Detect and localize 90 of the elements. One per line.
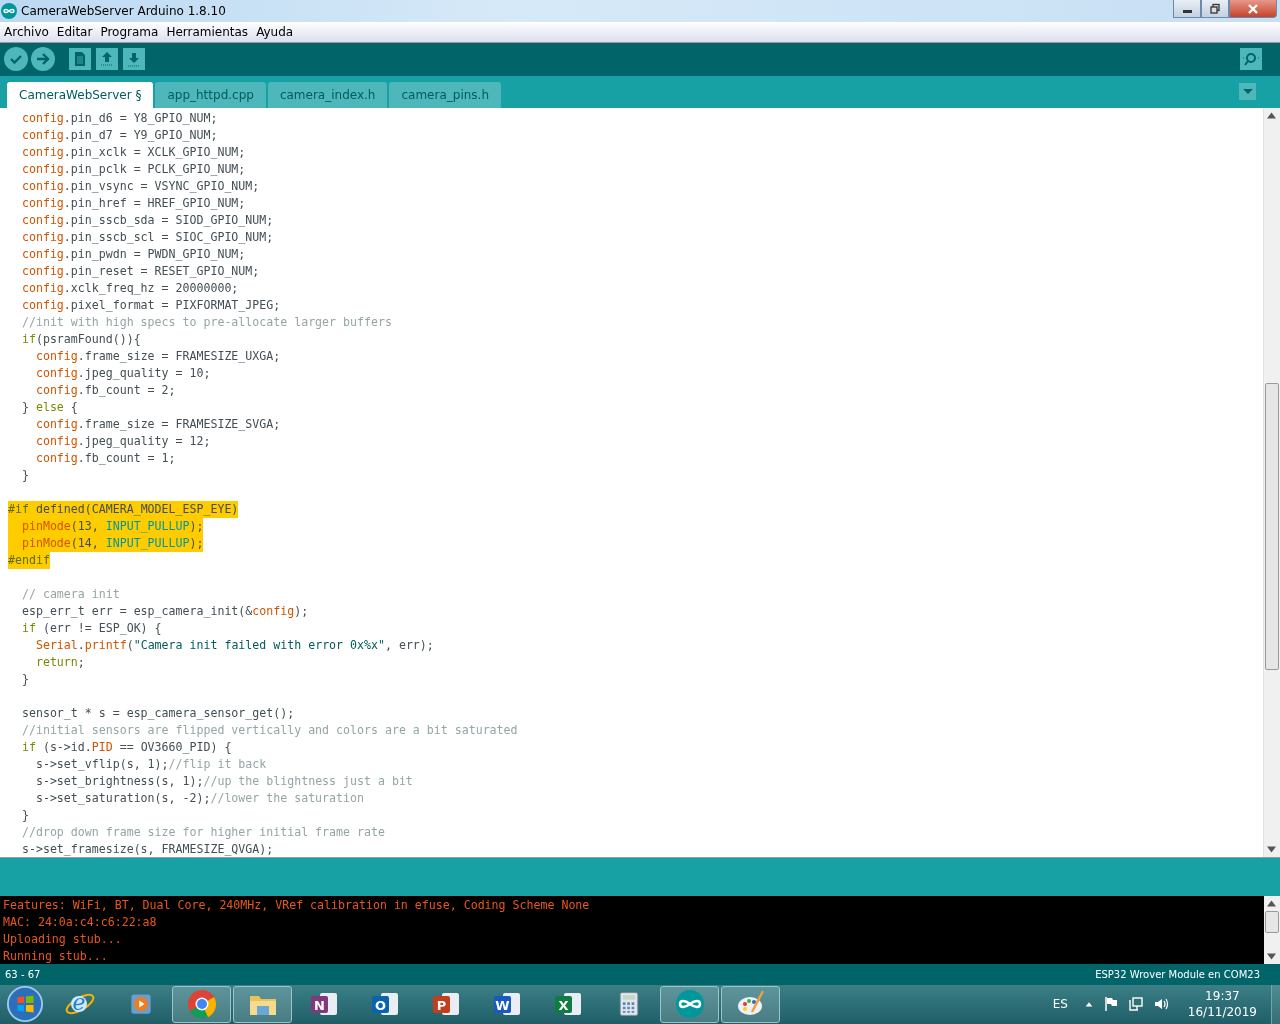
code-line: config.jpeg_quality = 10; — [34, 365, 211, 383]
code-line: config.pin_xclk = XCLK_GPIO_NUM; — [20, 144, 246, 162]
serial-monitor-button[interactable] — [1240, 48, 1262, 71]
flag-icon[interactable] — [1102, 996, 1119, 1013]
code-line: s->set_saturation(s, -2);//lower the saturation — [34, 790, 364, 808]
show-desktop-button[interactable] — [1271, 985, 1280, 1024]
browser-circle-icon — [185, 988, 218, 1021]
infinity-icon — [673, 988, 706, 1021]
scrollbar[interactable] — [1264, 896, 1280, 965]
console-line: Running stub... — [3, 948, 109, 965]
taskbar-app-button[interactable] — [172, 986, 231, 1023]
code-line: config.pin_pwdn = PWDN_GPIO_NUM; — [20, 246, 246, 264]
minimize-button[interactable] — [1173, 0, 1201, 18]
code-line: config.pin_href = HREF_GPIO_NUM; — [20, 195, 246, 213]
taskbar-app-button[interactable]: X — [538, 986, 597, 1023]
close-button[interactable] — [1229, 0, 1277, 18]
window-title: CameraWebServer Arduino 1.8.10 — [21, 3, 226, 18]
menu-item[interactable]: Ayuda — [256, 24, 294, 39]
code-line: sensor_t * s = esp_camera_sensor_get(); — [20, 705, 295, 723]
code-line: config.pin_d6 = Y8_GPIO_NUM; — [20, 110, 218, 128]
maximize-button[interactable] — [1201, 0, 1229, 18]
code-line: esp_err_t err = esp_camera_init(&config); — [20, 603, 309, 621]
code-line: s->set_brightness(s, 1);//up the blightness just a bit — [34, 773, 413, 791]
menu-item[interactable]: Programa — [100, 24, 159, 39]
console-line: MAC: 24:0a:c4:c6:22:a8 — [3, 914, 158, 932]
menu-item[interactable]: Editar — [56, 24, 93, 39]
code-line: //drop down frame size for higher initial frame rate — [20, 824, 385, 842]
code-line: config.pin_pclk = PCLK_GPIO_NUM; — [20, 161, 246, 179]
menu-item[interactable]: Herramientas — [166, 24, 249, 39]
code-line: config.fb_count = 1; — [34, 450, 176, 468]
clock-time[interactable]: 19:37 — [1205, 988, 1240, 1005]
code-line: config.pin_sscb_sda = SIOD_GPIO_NUM; — [20, 212, 274, 230]
scrollbar-thumb[interactable] — [1265, 383, 1279, 671]
taskbar-app-button[interactable]: W — [477, 986, 536, 1023]
code-line: if(psramFound()){ — [20, 331, 141, 349]
file-tab[interactable]: CameraWebServer § — [7, 82, 154, 109]
file-tab[interactable]: camera_pins.h — [389, 82, 501, 109]
code-line: config.pin_vsync = VSYNC_GPIO_NUM; — [20, 178, 260, 196]
line-range: 63 - 67 — [5, 969, 41, 981]
code-line: } — [20, 807, 29, 825]
code-line: } else { — [20, 399, 78, 417]
taskbar-app-button[interactable] — [721, 986, 780, 1023]
upload-button[interactable] — [31, 47, 55, 72]
code-line: config.frame_size = FRAMESIZE_UXGA; — [34, 348, 281, 366]
code-line: config.pin_d7 = Y9_GPIO_NUM; — [20, 127, 218, 145]
console-line: Uploading stub... — [3, 931, 123, 949]
language-indicator[interactable]: ES — [1052, 997, 1068, 1012]
taskbar-app-button[interactable]: P — [416, 986, 475, 1023]
menu-item[interactable]: Archivo — [4, 24, 49, 39]
save-button[interactable] — [123, 48, 145, 71]
code-line: return; — [34, 654, 85, 672]
taskbar-app-button[interactable]: e — [50, 986, 109, 1023]
code-line: if (s->id.PID == OV3660_PID) { — [20, 739, 232, 757]
code-line: } — [20, 671, 29, 689]
clock-date[interactable]: 16/11/2019 — [1187, 1004, 1257, 1021]
taskbar-app-button[interactable]: N — [294, 986, 353, 1023]
code-line: //init with high specs to pre-allocate larger buffers — [20, 314, 392, 332]
code-line: if (err != ESP_OK) { — [20, 620, 162, 638]
code-line: config.fb_count = 2; — [34, 382, 176, 400]
code-line: config.frame_size = FRAMESIZE_SVGA; — [34, 416, 281, 434]
scrollbar-thumb[interactable] — [1265, 911, 1279, 934]
close-icon — [1247, 2, 1259, 15]
open-button[interactable] — [96, 48, 118, 71]
taskbar-app-button[interactable] — [660, 986, 719, 1023]
verify-button[interactable] — [4, 47, 28, 72]
code-line: s->set_vflip(s, 1);//flip it back — [34, 756, 267, 774]
code-line: config.pixel_format = PIXFORMAT_JPEG; — [20, 297, 281, 315]
file-tab[interactable]: app_httpd.cpp — [155, 82, 266, 109]
network-icon[interactable] — [1127, 996, 1144, 1013]
code-line: // camera init — [20, 586, 120, 604]
code-line: s->set_framesize(s, FRAMESIZE_QVGA); — [20, 841, 274, 858]
minimize-icon — [1182, 10, 1192, 13]
file-tab[interactable]: camera_index.h — [267, 82, 388, 109]
code-line: config.pin_sscb_scl = SIOC_GPIO_NUM; — [20, 229, 274, 247]
code-line: config.jpeg_quality = 12; — [34, 433, 211, 451]
new-sketch-button[interactable] — [69, 48, 91, 71]
code-line: config.xclk_freq_hz = 20000000; — [20, 280, 239, 298]
code-line: Serial.printf("Camera init failed with error 0x%x", err); — [34, 637, 434, 655]
code-line: } — [20, 467, 29, 485]
console-line: Features: WiFi, BT, Dual Core, 240MHz, VRef calibration in efuse, Coding Scheme None — [3, 897, 591, 915]
scrollbar[interactable] — [1263, 108, 1280, 858]
caret-icon — [1242, 89, 1253, 95]
board-port: ESP32 Wrover Module en COM23 — [1095, 969, 1260, 981]
restore-icon — [1209, 2, 1221, 15]
code-line: //initial sensors are flipped vertically and colors are a bit saturated — [20, 722, 518, 740]
taskbar-app-button[interactable] — [233, 986, 292, 1023]
code-line: config.pin_reset = RESET_GPIO_NUM; — [20, 263, 260, 281]
tab-menu-button[interactable] — [1239, 83, 1256, 101]
infinity-logo-icon — [1, 2, 17, 19]
taskbar-app-button[interactable]: O — [355, 986, 414, 1023]
